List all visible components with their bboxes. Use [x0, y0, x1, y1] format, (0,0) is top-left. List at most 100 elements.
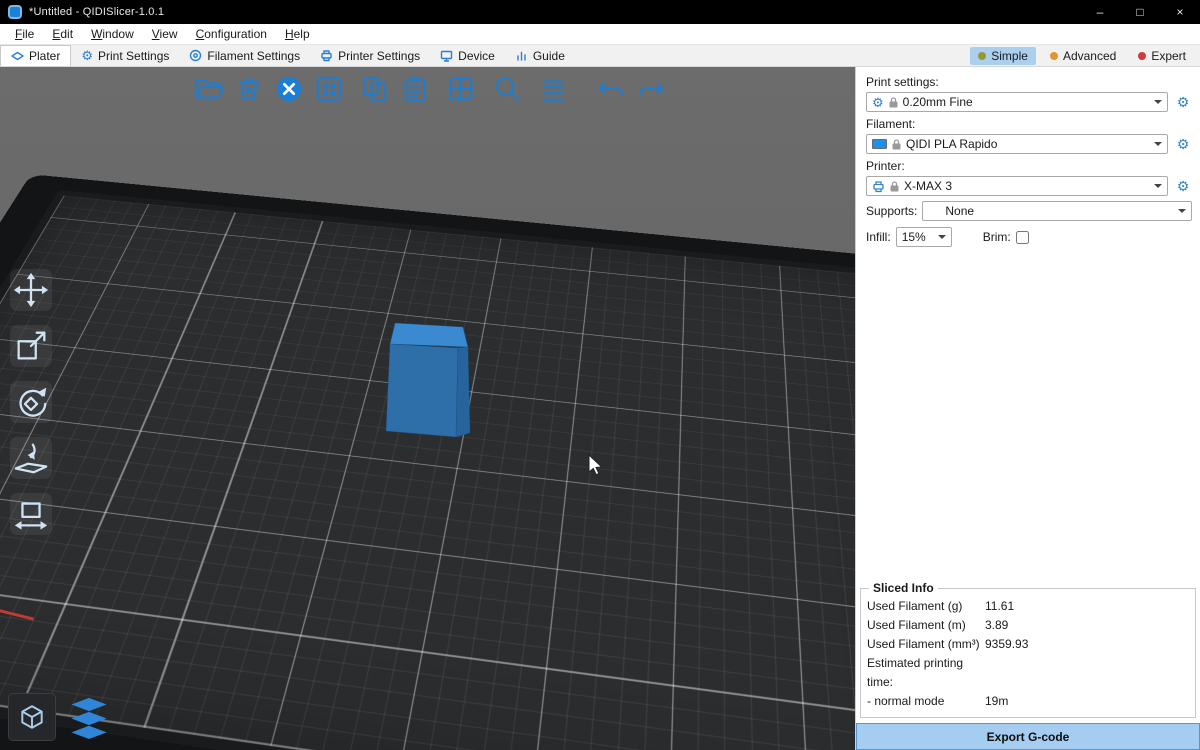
tab-printer-settings[interactable]: Printer Settings — [310, 45, 430, 66]
menu-configuration[interactable]: Configuration — [187, 25, 276, 43]
print-bed[interactable] — [0, 190, 855, 750]
guide-icon — [515, 49, 528, 62]
app-window: *Untitled - QIDISlicer-1.0.1 – □ × File … — [0, 0, 1200, 750]
infill-brim-row: Infill: 15% Brim: — [866, 227, 1192, 247]
printer-icon — [320, 49, 333, 62]
minimize-button[interactable]: – — [1080, 0, 1120, 24]
expert-mode-dot-icon — [1138, 52, 1146, 60]
undo-button[interactable] — [595, 73, 627, 105]
tab-printer-settings-label: Printer Settings — [338, 49, 420, 63]
chevron-down-icon — [1154, 100, 1162, 108]
mode-advanced-label: Advanced — [1063, 49, 1116, 63]
export-gcode-button[interactable]: Export G-code — [856, 723, 1200, 750]
printer-icon — [872, 180, 885, 193]
maximize-button[interactable]: □ — [1120, 0, 1160, 24]
sliced-info-row: Used Filament (m) 3.89 — [867, 616, 1189, 635]
paste-button[interactable] — [399, 73, 431, 105]
mode-advanced[interactable]: Advanced — [1042, 47, 1124, 65]
tabbar: Plater ⚙ Print Settings Filament Setting… — [0, 44, 1200, 67]
delete-all-icon — [274, 74, 304, 104]
scale-tool-button[interactable] — [10, 325, 52, 367]
redo-button[interactable] — [635, 73, 667, 105]
supports-label: Supports: — [866, 204, 917, 218]
menu-edit[interactable]: Edit — [43, 25, 82, 43]
sliced-info-row: - normal mode 19m — [867, 692, 1189, 711]
trash-icon — [234, 74, 264, 104]
3d-cube-icon — [18, 703, 46, 731]
printer-value: X-MAX 3 — [904, 179, 952, 193]
menu-help[interactable]: Help — [276, 25, 319, 43]
lock-icon — [889, 97, 898, 108]
tab-plater-label: Plater — [29, 49, 60, 63]
sliced-info-panel: Sliced Info Used Filament (g) 11.61 Used… — [860, 581, 1196, 718]
delete-button[interactable] — [233, 73, 265, 105]
tab-print-settings[interactable]: ⚙ Print Settings — [71, 45, 179, 66]
print-settings-value: 0.20mm Fine — [903, 95, 973, 109]
search-icon — [492, 74, 522, 104]
lock-icon — [892, 139, 901, 150]
infill-value: 15% — [902, 230, 926, 244]
layers-preview-button[interactable] — [62, 693, 116, 741]
split-button[interactable] — [445, 73, 477, 105]
menu-window[interactable]: Window — [82, 25, 143, 43]
copy-icon — [360, 74, 390, 104]
chevron-down-icon — [1178, 209, 1186, 217]
lock-icon — [890, 181, 899, 192]
sliced-info-row: Used Filament (g) 11.61 — [867, 597, 1189, 616]
3d-view-button[interactable] — [8, 693, 56, 741]
mode-expert[interactable]: Expert — [1130, 47, 1194, 65]
printer-combo[interactable]: X-MAX 3 — [866, 176, 1168, 196]
search-button[interactable] — [491, 73, 523, 105]
printer-row: X-MAX 3 ⚙ — [866, 176, 1192, 196]
tab-device[interactable]: Device — [430, 45, 505, 66]
window-controls: – □ × — [1080, 0, 1200, 24]
infill-label: Infill: — [866, 230, 891, 244]
menu-file[interactable]: File — [6, 25, 43, 43]
supports-value: None — [945, 204, 974, 218]
chevron-down-icon — [938, 235, 946, 243]
gear-icon: ⚙ — [81, 49, 93, 62]
chevron-down-icon — [1154, 142, 1162, 150]
menu-view[interactable]: View — [143, 25, 187, 43]
undo-icon — [596, 74, 626, 104]
copy-button[interactable] — [359, 73, 391, 105]
viewport-3d[interactable] — [0, 67, 855, 750]
close-button[interactable]: × — [1160, 0, 1200, 24]
filament-combo[interactable]: QIDI PLA Rapido — [866, 134, 1168, 154]
rotate-icon — [12, 383, 50, 421]
filament-value: QIDI PLA Rapido — [906, 137, 997, 151]
supports-combo[interactable]: None — [922, 201, 1192, 221]
filament-row: QIDI PLA Rapido ⚙ — [866, 134, 1192, 154]
brim-label: Brim: — [983, 230, 1011, 244]
sliced-info-row: Used Filament (mm³) 9359.93 — [867, 635, 1189, 654]
edit-print-settings-button[interactable]: ⚙ — [1174, 93, 1192, 111]
arrange-button[interactable] — [313, 73, 345, 105]
split-view-icon — [446, 74, 476, 104]
tab-guide[interactable]: Guide — [505, 45, 575, 66]
delete-all-button[interactable] — [273, 73, 305, 105]
place-on-face-icon — [12, 439, 50, 477]
mode-simple-label: Simple — [991, 49, 1028, 63]
sliced-info-row: Estimated printing time: — [867, 654, 1189, 692]
move-tool-button[interactable] — [10, 269, 52, 311]
open-folder-icon — [194, 74, 224, 104]
printer-label: Printer: — [866, 159, 1192, 173]
edit-printer-button[interactable]: ⚙ — [1174, 177, 1192, 195]
brim-checkbox[interactable] — [1016, 231, 1029, 244]
infill-combo[interactable]: 15% — [896, 227, 952, 247]
tab-device-label: Device — [458, 49, 495, 63]
edit-filament-button[interactable]: ⚙ — [1174, 135, 1192, 153]
tab-plater[interactable]: Plater — [0, 45, 71, 66]
cut-tool-button[interactable] — [10, 493, 52, 535]
open-button[interactable] — [193, 73, 225, 105]
mode-simple[interactable]: Simple — [970, 47, 1036, 65]
scene[interactable] — [0, 67, 855, 750]
rotate-tool-button[interactable] — [10, 381, 52, 423]
layer-height-icon — [538, 74, 568, 104]
advanced-mode-dot-icon — [1050, 52, 1058, 60]
print-settings-combo[interactable]: ⚙ 0.20mm Fine — [866, 92, 1168, 112]
tab-filament-settings[interactable]: Filament Settings — [179, 45, 310, 66]
place-on-face-tool-button[interactable] — [10, 437, 52, 479]
sidebar: Print settings: ⚙ 0.20mm Fine ⚙ Filament… — [855, 67, 1200, 750]
variable-layer-height-button[interactable] — [537, 73, 569, 105]
